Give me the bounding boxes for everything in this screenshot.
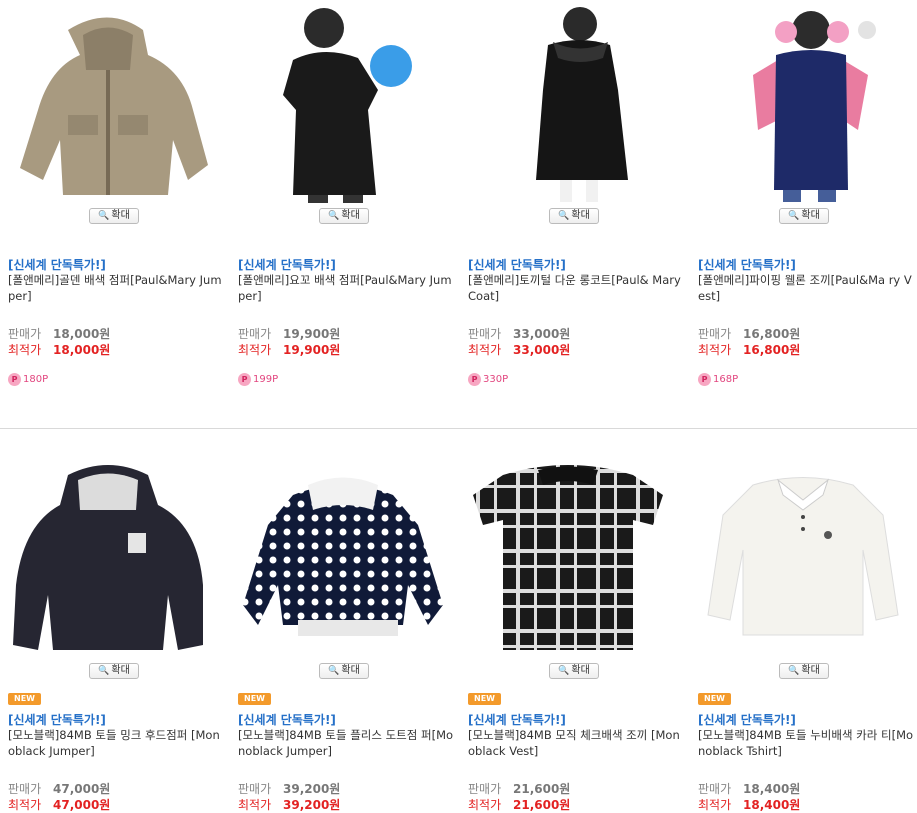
sale-price: 판매가 16,800원: [698, 327, 801, 341]
new-badge: NEW: [698, 693, 731, 705]
magnifier-icon: 🔍: [328, 666, 340, 676]
product-image-check-vest[interactable]: [468, 455, 688, 660]
sale-price: 판매가 39,200원: [238, 782, 341, 796]
zoom-button[interactable]: 🔍 확대: [89, 208, 139, 224]
best-price: 최적가 16,800원: [698, 343, 801, 357]
magnifier-icon: 🔍: [788, 211, 800, 221]
magnifier-icon: 🔍: [98, 666, 110, 676]
points-icon: P: [698, 373, 711, 386]
sale-price: 판매가 18,400원: [698, 782, 801, 796]
best-price: 최적가 21,600원: [468, 798, 571, 812]
promo-label[interactable]: [신세계 단독특가!]: [698, 711, 796, 728]
promo-label[interactable]: [신세계 단독특가!]: [8, 711, 106, 728]
zoom-button[interactable]: 🔍 확대: [779, 208, 829, 224]
zoom-button[interactable]: 🔍 확대: [319, 663, 369, 679]
product-name[interactable]: [폴앤메리]토끼털 다운 롱코트[Paul& Mary Coat]: [468, 272, 686, 304]
best-price: 최적가 19,900원: [238, 343, 341, 357]
new-badge: NEW: [468, 693, 501, 705]
row-divider: [0, 428, 917, 429]
reward-points: P 199P: [238, 373, 278, 386]
best-price: 최적가 18,000원: [8, 343, 111, 357]
zoom-button[interactable]: 🔍 확대: [549, 208, 599, 224]
sale-price: 판매가 33,000원: [468, 327, 571, 341]
promo-label[interactable]: [신세계 단독특가!]: [238, 256, 336, 273]
product-image-mink-jumper[interactable]: [8, 455, 228, 660]
zoom-button[interactable]: 🔍 확대: [89, 663, 139, 679]
product-name[interactable]: [폴앤메리]골덴 배색 점퍼[Paul&Mary Jumper]: [8, 272, 226, 304]
zoom-button[interactable]: 🔍 확대: [549, 663, 599, 679]
promo-label[interactable]: [신세계 단독특가!]: [468, 256, 566, 273]
sale-price: 판매가 47,000원: [8, 782, 111, 796]
product-name[interactable]: [모노블랙]84MB 토들 누비배색 카라 티[Monoblack Tshirt…: [698, 727, 916, 759]
best-price: 최적가 47,000원: [8, 798, 111, 812]
reward-points: P 168P: [698, 373, 738, 386]
best-price: 최적가 18,400원: [698, 798, 801, 812]
new-badge: NEW: [8, 693, 41, 705]
product-name[interactable]: [모노블랙]84MB 모직 체크배색 조끼 [Monoblack Vest]: [468, 727, 686, 759]
magnifier-icon: 🔍: [788, 666, 800, 676]
sale-price: 판매가 19,900원: [238, 327, 341, 341]
zoom-button[interactable]: 🔍 확대: [779, 663, 829, 679]
product-image-polka-dot-jumper[interactable]: [238, 455, 458, 660]
product-name[interactable]: [폴앤메리]파이핑 웰론 조끼[Paul&Ma ry Vest]: [698, 272, 916, 304]
product-image-beige-jacket[interactable]: [8, 0, 228, 205]
product-name[interactable]: [모노블랙]84MB 토들 플리스 도트점 퍼[Monoblack Jumper…: [238, 727, 456, 759]
magnifier-icon: 🔍: [328, 211, 340, 221]
product-image-navy-vest[interactable]: [698, 0, 917, 205]
magnifier-icon: 🔍: [558, 211, 570, 221]
zoom-button[interactable]: 🔍 확대: [319, 208, 369, 224]
points-icon: P: [468, 373, 481, 386]
product-image-black-puffer[interactable]: [238, 0, 458, 205]
best-price: 최적가 33,000원: [468, 343, 571, 357]
product-name[interactable]: [모노블랙]84MB 토들 밍크 후드점퍼 [Monoblack Jumper]: [8, 727, 226, 759]
product-image-white-tshirt[interactable]: [698, 455, 917, 660]
promo-label[interactable]: [신세계 단독특가!]: [8, 256, 106, 273]
promo-label[interactable]: [신세계 단독특가!]: [698, 256, 796, 273]
magnifier-icon: 🔍: [98, 211, 110, 221]
reward-points: P 330P: [468, 373, 508, 386]
magnifier-icon: 🔍: [558, 666, 570, 676]
points-icon: P: [238, 373, 251, 386]
product-name[interactable]: [폴앤메리]요꼬 배색 점퍼[Paul&Mary Jumper]: [238, 272, 456, 304]
sale-price: 판매가 18,000원: [8, 327, 111, 341]
best-price: 최적가 39,200원: [238, 798, 341, 812]
reward-points: P 180P: [8, 373, 48, 386]
new-badge: NEW: [238, 693, 271, 705]
promo-label[interactable]: [신세계 단독특가!]: [468, 711, 566, 728]
product-image-black-coat[interactable]: [468, 0, 688, 205]
points-icon: P: [8, 373, 21, 386]
sale-price: 판매가 21,600원: [468, 782, 571, 796]
promo-label[interactable]: [신세계 단독특가!]: [238, 711, 336, 728]
